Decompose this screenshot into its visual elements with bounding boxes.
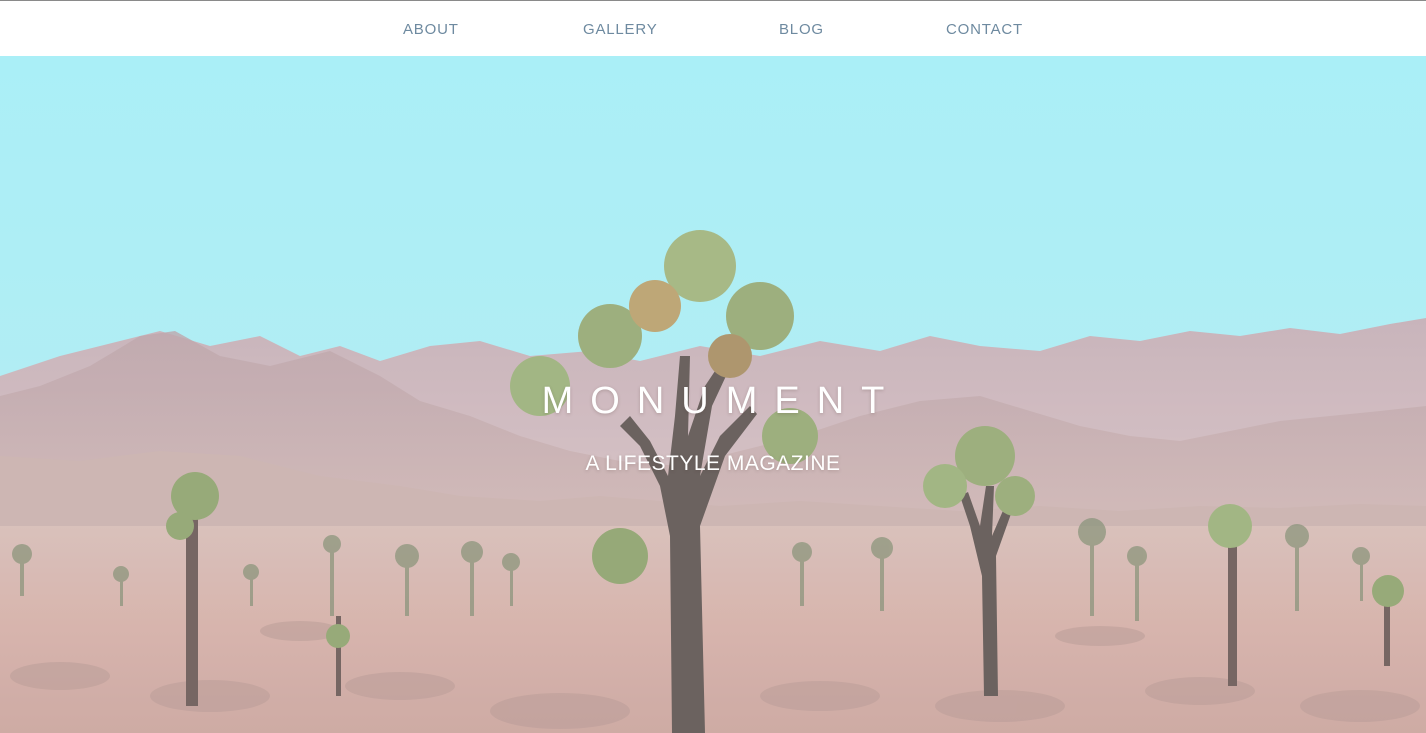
nav-link-about[interactable]: ABOUT — [403, 21, 459, 38]
top-navigation: ABOUT GALLERY BLOG CONTACT — [0, 0, 1426, 56]
nav-link-contact[interactable]: CONTACT — [946, 21, 1023, 38]
hero-subtitle: A LIFESTYLE MAGAZINE — [585, 452, 841, 475]
page: ABOUT GALLERY BLOG CONTACT MONUMENT A LI… — [0, 0, 1426, 733]
hero-title: MONUMENT — [541, 380, 902, 422]
nav-link-blog[interactable]: BLOG — [779, 21, 824, 38]
hero-section: MONUMENT A LIFESTYLE MAGAZINE — [0, 56, 1426, 733]
nav-link-gallery[interactable]: GALLERY — [583, 21, 658, 38]
